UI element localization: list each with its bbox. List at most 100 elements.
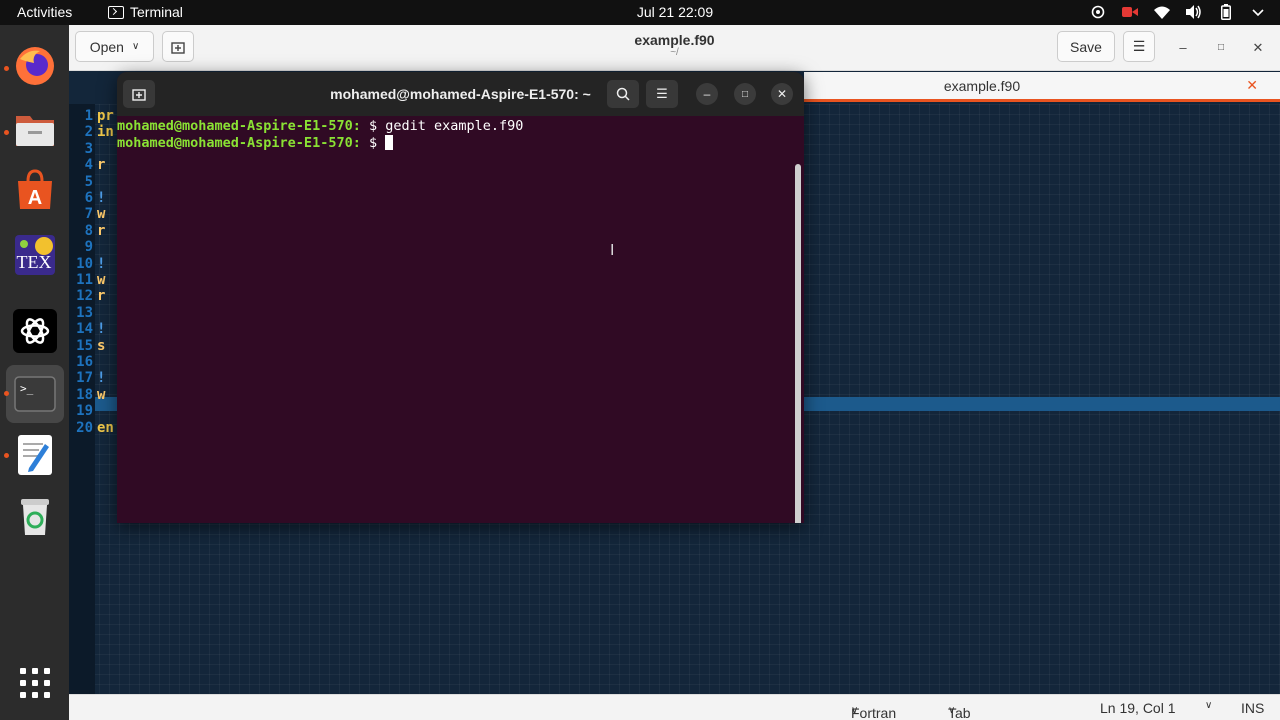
software-store-icon: A — [18, 169, 52, 209]
line-number: 15 — [76, 337, 93, 354]
command-text: $ — [360, 135, 386, 151]
text-cursor — [385, 135, 394, 150]
line-number: 4 — [84, 157, 93, 174]
chatgpt-tray-icon[interactable] — [1090, 4, 1106, 20]
code-line: r — [97, 222, 106, 239]
system-tray[interactable] — [1090, 4, 1266, 20]
chevron-down-icon[interactable]: ∨ — [1205, 700, 1212, 711]
line-number: 1 — [84, 108, 93, 124]
code-line: w — [97, 272, 106, 288]
volume-icon[interactable] — [1186, 4, 1202, 20]
line-number: 19 — [76, 403, 93, 420]
line-number: 10 — [76, 255, 93, 272]
code-line: s — [97, 337, 106, 354]
terminal-menu-button[interactable]: ☰ — [646, 80, 678, 108]
tex-icon: TEX — [15, 235, 55, 275]
line-number: 17 — [76, 370, 93, 387]
line-number: 20 — [76, 419, 93, 436]
terminal-line: mohamed@mohamed-Aspire-E1-570: $ — [117, 135, 394, 151]
power-menu-icon[interactable] — [1250, 4, 1266, 20]
line-number: 6 — [84, 190, 93, 206]
running-indicator — [4, 130, 9, 135]
shell-prompt: mohamed@mohamed-Aspire-E1-570: — [117, 135, 361, 151]
terminal-output[interactable]: mohamed@mohamed-Aspire-E1-570: $ gedit e… — [117, 116, 804, 523]
chatgpt-icon — [13, 309, 57, 353]
document-tab[interactable]: example.f90 ✕ — [804, 72, 1280, 102]
status-bar: Fortran 95 ∨ Tab Width: 18 ∨ Ln 19, Col … — [69, 694, 1280, 720]
search-icon — [616, 87, 630, 101]
clock[interactable]: Jul 21 22:09 — [0, 4, 1280, 20]
dock-item-firefox[interactable] — [12, 43, 58, 89]
close-icon: ✕ — [1252, 40, 1264, 55]
dock-item-files[interactable] — [12, 107, 58, 153]
battery-icon[interactable] — [1218, 4, 1234, 20]
code-line: pr — [97, 108, 114, 124]
minimize-icon: – — [1179, 40, 1187, 55]
wifi-icon[interactable] — [1154, 4, 1170, 20]
minimize-button[interactable]: – — [1174, 39, 1192, 57]
line-number: 7 — [84, 206, 93, 223]
maximize-button[interactable]: □ — [734, 83, 756, 105]
minimize-icon: – — [703, 87, 711, 101]
dock-item-trash[interactable] — [12, 493, 58, 539]
scrollbar[interactable] — [795, 164, 801, 523]
cursor-position[interactable]: Ln 19, Col 1 — [1100, 700, 1176, 716]
close-button[interactable]: ✕ — [771, 83, 793, 105]
line-number: 12 — [76, 288, 93, 305]
line-number: 11 — [76, 272, 93, 288]
screen-recording-icon[interactable] — [1122, 4, 1138, 20]
show-applications-button[interactable] — [20, 668, 50, 698]
dock-item-ubuntu-software[interactable]: A — [12, 167, 58, 213]
line-number: 18 — [76, 386, 93, 403]
save-button[interactable]: Save — [1057, 31, 1115, 62]
text-editor-icon — [18, 435, 52, 475]
line-number: 2 — [84, 124, 93, 141]
tab-close-icon[interactable]: ✕ — [1246, 77, 1258, 94]
hamburger-menu-icon: ☰ — [1132, 38, 1146, 54]
chevron-down-icon: ∨ — [948, 705, 956, 716]
close-icon: ✕ — [776, 87, 788, 101]
code-line: ! — [97, 370, 106, 387]
svg-text:A: A — [28, 187, 42, 209]
hamburger-menu-icon: ☰ — [656, 86, 668, 101]
gedit-headerbar: Open ∨ example.f90 ~/ Save ☰ – □ ✕ — [69, 25, 1280, 71]
search-button[interactable] — [607, 80, 639, 108]
dock-item-terminal[interactable]: >_ — [6, 365, 64, 423]
tab-label: example.f90 — [943, 78, 1021, 94]
line-number: 14 — [76, 321, 93, 338]
dock: A TEX >_ — [0, 25, 69, 720]
maximize-button[interactable]: □ — [1212, 39, 1230, 57]
dock-item-chatgpt[interactable] — [12, 308, 58, 354]
insert-mode-indicator: INS — [1241, 700, 1265, 716]
running-indicator — [4, 66, 9, 71]
svg-text:>_: >_ — [20, 382, 34, 395]
code-line: in — [97, 124, 114, 141]
trash-icon — [21, 499, 49, 535]
line-number: 13 — [76, 304, 93, 321]
line-number: 8 — [84, 222, 93, 239]
maximize-icon: □ — [741, 88, 749, 100]
code-line: r — [97, 157, 106, 174]
firefox-icon — [16, 47, 54, 85]
top-bar: Activities Terminal Jul 21 22:09 — [0, 0, 1280, 25]
code-line: en — [97, 419, 114, 436]
code-line: w — [97, 206, 106, 223]
code-line: ! — [97, 321, 106, 338]
code-line: r — [97, 288, 106, 305]
ibeam-cursor-icon: I — [610, 242, 615, 259]
maximize-icon: □ — [1217, 42, 1225, 53]
running-indicator — [4, 391, 9, 396]
line-number: 16 — [76, 354, 93, 370]
line-number: 3 — [84, 140, 93, 157]
code-line: ! — [97, 190, 106, 206]
terminal-headerbar: mohamed@mohamed-Aspire-E1-570: ~ ☰ – □ ✕ — [117, 72, 804, 116]
menu-button[interactable]: ☰ — [1123, 31, 1155, 62]
line-number: 9 — [84, 239, 93, 256]
code-line: w — [97, 386, 106, 403]
svg-text:TEX: TEX — [17, 252, 52, 272]
dock-item-text-editor[interactable] — [12, 432, 58, 478]
dock-item-texworks[interactable]: TEX — [12, 232, 58, 278]
minimize-button[interactable]: – — [696, 83, 718, 105]
save-button-label: Save — [1070, 38, 1102, 55]
close-button[interactable]: ✕ — [1249, 39, 1267, 57]
